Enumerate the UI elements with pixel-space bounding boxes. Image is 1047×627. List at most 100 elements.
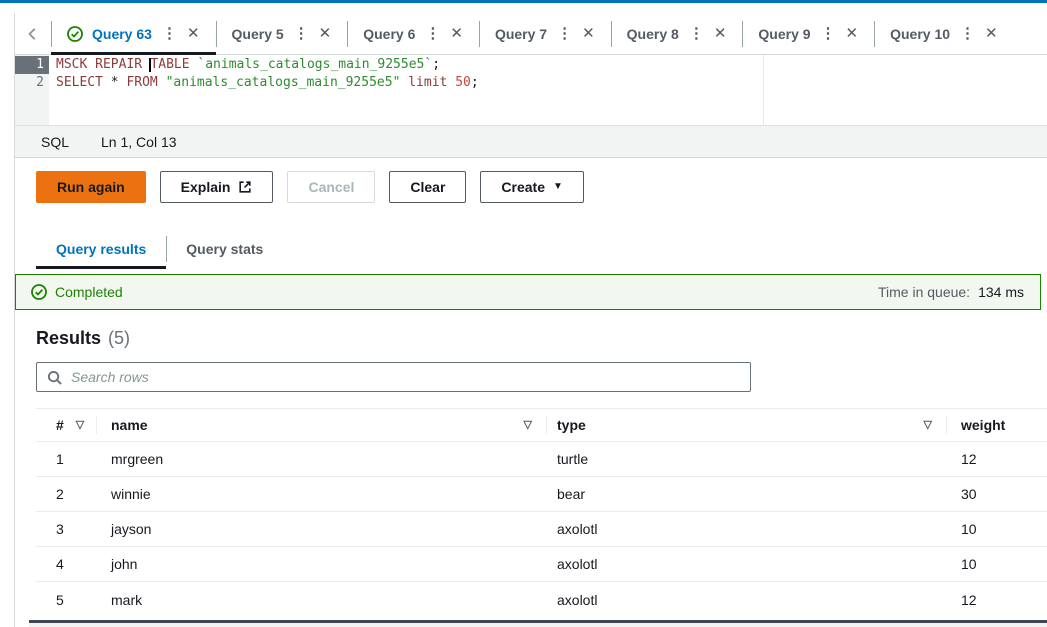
external-link-icon — [238, 180, 252, 194]
sort-icon[interactable]: ▽ — [924, 420, 932, 431]
query-tabs: Query 63⋮✕Query 5⋮✕Query 6⋮✕Query 7⋮✕Que… — [51, 13, 1014, 54]
results-title-text: Results — [36, 328, 101, 349]
column-label: weight — [961, 417, 1005, 433]
table-cell: 3 — [36, 512, 96, 546]
editor-code-area[interactable]: MSCK REPAIR TABLE `animals_catalogs_main… — [49, 55, 1047, 125]
tab-query-7[interactable]: Query 7⋮✕ — [479, 13, 611, 54]
table-row: 1mrgreenturtle12 — [36, 442, 1047, 477]
results-tab-strip: Query resultsQuery stats — [15, 229, 1047, 269]
check-circle-icon — [67, 26, 83, 42]
query-status-banner: Completed Time in queue: 134 ms — [15, 274, 1041, 310]
top-accent-bar — [0, 0, 1047, 3]
check-circle-icon — [31, 284, 47, 300]
tab-query-5[interactable]: Query 5 ⋮ ✕ — [216, 13, 348, 54]
time-in-queue-label: Time in queue: — [878, 284, 970, 300]
table-row: 2winniebear30 — [36, 477, 1047, 512]
kebab-menu-icon[interactable]: ⋮ — [293, 26, 310, 41]
main-panel: Query 63⋮✕Query 5⋮✕Query 6⋮✕Query 7⋮✕Que… — [14, 13, 1047, 627]
tab-label: Query 8 — [627, 26, 679, 42]
results-count: (5) — [108, 328, 130, 349]
editor-language-label: SQL — [41, 134, 69, 150]
horizontal-scroll-track[interactable] — [29, 620, 1047, 627]
scroll-tabs-left-button[interactable] — [15, 13, 51, 54]
table-cell: 10 — [946, 512, 1047, 546]
table-cell: turtle — [546, 442, 946, 476]
kebab-menu-icon[interactable]: ⋮ — [424, 26, 441, 41]
column-header-weight[interactable]: weight — [946, 409, 1047, 441]
cancel-button[interactable]: Cancel — [287, 171, 375, 203]
results-panel: Results (5) #▽name▽type▽weight 1mrgreent… — [15, 310, 1047, 617]
code-line: SELECT * FROM "animals_catalogs_main_925… — [56, 74, 1047, 92]
close-tab-icon[interactable]: ✕ — [187, 26, 200, 41]
close-tab-icon[interactable]: ✕ — [450, 26, 463, 41]
kebab-menu-icon[interactable]: ⋮ — [556, 26, 573, 41]
run-again-label: Run again — [57, 179, 125, 195]
results-table: #▽name▽type▽weight 1mrgreenturtle122winn… — [36, 408, 1047, 617]
tab-label: Query 63 — [92, 26, 152, 42]
table-cell: john — [96, 547, 546, 581]
kebab-menu-icon[interactable]: ⋮ — [688, 26, 705, 41]
status-label: Completed — [55, 284, 123, 300]
table-row: 3jaysonaxolotl10 — [36, 512, 1047, 547]
table-cell: 1 — [36, 442, 96, 476]
tab-query-8[interactable]: Query 8 ⋮ ✕ — [611, 13, 743, 54]
tab-query-10[interactable]: Query 10 ⋮ ✕ — [874, 13, 1014, 54]
create-dropdown-button[interactable]: Create ▼ — [480, 171, 584, 203]
tab-query-9[interactable]: Query 9 ⋮ ✕ — [742, 13, 874, 54]
table-cell: axolotl — [546, 582, 946, 617]
close-tab-icon[interactable]: ✕ — [714, 26, 727, 41]
table-cell: mrgreen — [96, 442, 546, 476]
caret-down-icon: ▼ — [553, 182, 563, 192]
clear-button[interactable]: Clear — [389, 171, 466, 203]
kebab-menu-icon[interactable]: ⋮ — [820, 26, 837, 41]
table-cell: 10 — [946, 547, 1047, 581]
column-header-num[interactable]: #▽ — [36, 409, 96, 441]
code-line: MSCK REPAIR TABLE `animals_catalogs_main… — [56, 56, 1047, 74]
tab-query-6[interactable]: Query 6 ⋮ ✕ — [347, 13, 479, 54]
results-title: Results (5) — [36, 328, 1047, 349]
search-rows-input[interactable] — [71, 369, 740, 385]
close-tab-icon[interactable]: ✕ — [985, 26, 998, 41]
close-tab-icon[interactable]: ✕ — [846, 26, 859, 41]
results-table-header: #▽name▽type▽weight — [36, 408, 1047, 442]
explain-label: Explain — [181, 179, 231, 195]
tab-query-stats[interactable]: Query stats — [166, 229, 283, 269]
table-row: 5markaxolotl12 — [36, 582, 1047, 617]
kebab-menu-icon[interactable]: ⋮ — [959, 26, 976, 41]
editor-status-bar: SQL Ln 1, Col 13 — [15, 125, 1047, 158]
tab-label: Query 9 — [758, 26, 810, 42]
query-tab-bar: Query 63⋮✕Query 5⋮✕Query 6⋮✕Query 7⋮✕Que… — [15, 13, 1047, 55]
close-tab-icon[interactable]: ✕ — [582, 26, 595, 41]
close-tab-icon[interactable]: ✕ — [319, 26, 332, 41]
table-cell: mark — [96, 582, 546, 617]
table-cell: axolotl — [546, 512, 946, 546]
sort-icon[interactable]: ▽ — [76, 420, 84, 431]
query-action-buttons: Run again Explain Cancel Clear Create ▼ — [15, 158, 1047, 217]
sort-icon[interactable]: ▽ — [524, 420, 532, 431]
line-number: 1 — [15, 56, 49, 74]
line-number: 2 — [15, 74, 49, 92]
table-cell: 12 — [946, 582, 1047, 617]
column-header-type[interactable]: type▽ — [546, 409, 946, 441]
run-again-button[interactable]: Run again — [36, 171, 146, 203]
search-rows-box — [36, 362, 751, 392]
editor-line-gutter: 12 — [15, 55, 49, 125]
explain-button[interactable]: Explain — [160, 171, 274, 203]
table-cell: bear — [546, 477, 946, 511]
tab-label: Query 6 — [363, 26, 415, 42]
tab-query-results[interactable]: Query results — [36, 229, 166, 269]
results-table-body: 1mrgreenturtle 12 2winniebear303jaysonaxol… — [36, 442, 1047, 617]
create-label: Create — [501, 179, 545, 195]
table-cell: axolotl — [546, 547, 946, 581]
cursor-position-label: Ln 1, Col 13 — [101, 134, 177, 150]
tab-label: Query 10 — [890, 26, 950, 42]
column-header-name[interactable]: name ▽ — [96, 409, 546, 441]
tab-label: Query 5 — [232, 26, 284, 42]
table-row: 4johnaxolotl10 — [36, 547, 1047, 582]
column-label: name — [111, 417, 148, 433]
table-cell: 30 — [946, 477, 1047, 511]
time-in-queue-value: 134 ms — [978, 284, 1024, 300]
sql-editor: 12 MSCK REPAIR TABLE `animals_catalogs_m… — [15, 55, 1047, 125]
kebab-menu-icon[interactable]: ⋮ — [161, 26, 178, 41]
tab-query-63[interactable]: Query 63 ⋮ ✕ — [51, 13, 216, 54]
